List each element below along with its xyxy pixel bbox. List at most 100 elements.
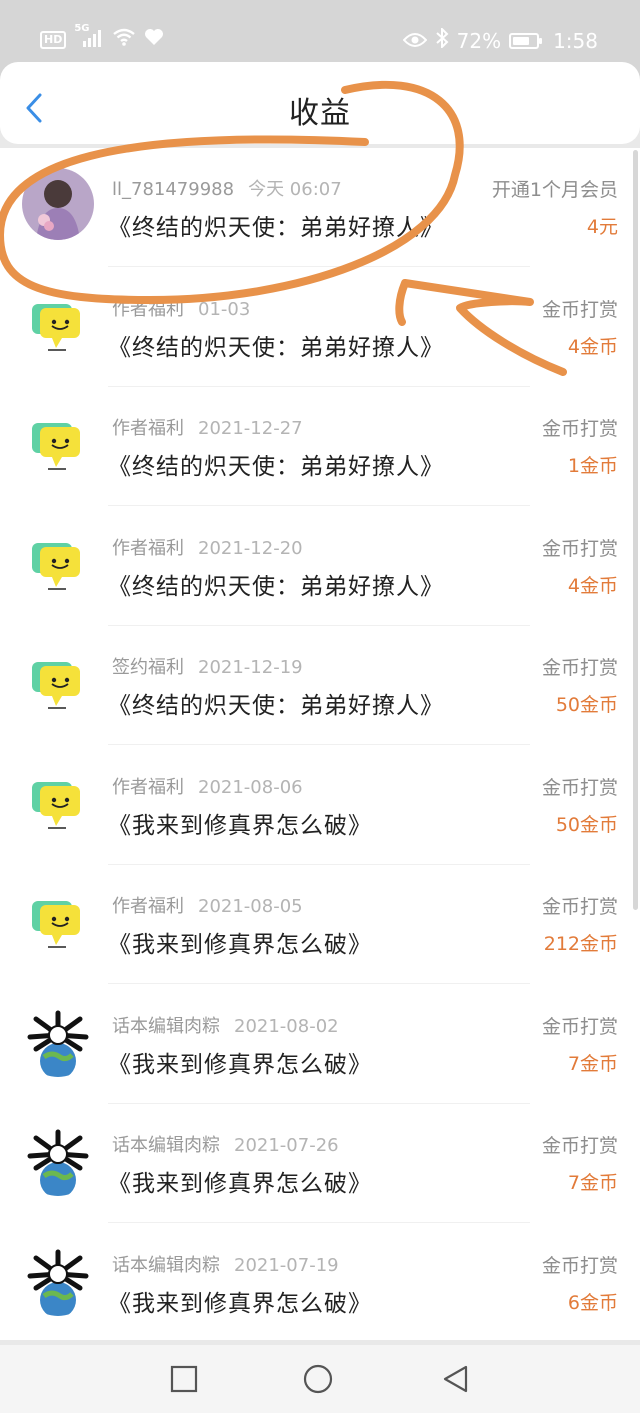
item-date: 2021-07-26: [234, 1135, 339, 1156]
clock: 1:58: [553, 28, 598, 53]
item-amount: 4金币: [567, 574, 618, 597]
item-date: 2021-08-02: [234, 1015, 339, 1037]
item-amount: 212金币: [543, 933, 618, 955]
item-date: 今天 06:07: [248, 179, 342, 200]
item-date: 01-03: [198, 298, 251, 320]
square-icon: [170, 1365, 198, 1393]
recents-button[interactable]: [168, 1363, 200, 1395]
system-nav-bar: [0, 1345, 640, 1413]
item-date: 2021-12-20: [198, 537, 303, 559]
list-item[interactable]: ll_781479988 今天 06:07 《终结的炽天使：弟弟好撩人》 开通1个月会…: [0, 148, 640, 267]
list-item[interactable]: 话本编辑肉粽 2021-07-19 《我来到修真界怎么破》 金币打赏 6金币: [0, 1224, 640, 1341]
page-header: 收益: [0, 62, 640, 144]
item-reward-type: 金币打赏: [541, 1015, 618, 1038]
item-book-title: 《我来到修真界怎么破》: [108, 1051, 372, 1078]
item-source-name: 话本编辑肉粽: [112, 1254, 220, 1276]
item-source-name: 话本编辑肉粽: [112, 1015, 220, 1037]
item-amount: 7金币: [567, 1052, 618, 1075]
photo-girl-avatar: [22, 168, 94, 240]
item-meta: 作者福利 2021-12-20: [112, 534, 303, 560]
battery-fill: [513, 36, 529, 45]
item-amount: 4元: [586, 216, 618, 238]
item-book-title: 《终结的炽天使：弟弟好撩人》: [108, 215, 444, 241]
circle-icon: [303, 1364, 333, 1394]
item-date: 2021-07-19: [234, 1254, 339, 1276]
item-reward-type: 金币打赏: [541, 537, 618, 560]
item-book-title: 《我来到修真界怎么破》: [108, 812, 372, 839]
item-meta: 作者福利 2021-08-05: [112, 892, 303, 918]
speech-bubble-avatar: [22, 526, 94, 599]
item-reward-type: 金币打赏: [541, 418, 618, 440]
item-source-name: 签约福利: [112, 657, 184, 678]
item-source-name: 作者福利: [112, 776, 184, 798]
wifi-icon: [112, 28, 136, 51]
item-book-title: 《终结的炽天使：弟弟好撩人》: [108, 693, 444, 719]
back-nav-button[interactable]: [440, 1363, 472, 1395]
speech-bubble-avatar: [22, 287, 94, 360]
item-reward-type: 金币打赏: [541, 298, 618, 321]
item-amount: 4金币: [567, 335, 618, 358]
list-item[interactable]: 作者福利 01-03 《终结的炽天使：弟弟好撩人》 金币打赏 4金币: [0, 268, 640, 387]
item-meta: 作者福利 2021-08-06: [112, 773, 303, 799]
item-amount: 50金币: [555, 813, 618, 836]
speech-bubble-avatar: [22, 885, 94, 957]
item-book-title: 《终结的炽天使：弟弟好撩人》: [108, 334, 444, 361]
status-right: 72% 1:58: [402, 26, 598, 53]
item-reward-type: 金币打赏: [541, 896, 618, 918]
item-date: 2021-08-05: [198, 896, 303, 917]
scrollbar[interactable]: [633, 150, 638, 910]
item-meta: 话本编辑肉粽 2021-07-26: [112, 1131, 339, 1157]
item-source-name: 作者福利: [112, 537, 184, 559]
list-item[interactable]: 作者福利 2021-08-05 《我来到修真界怎么破》 金币打赏 212金币: [0, 865, 640, 984]
item-date: 2021-12-19: [198, 657, 303, 678]
bluetooth-icon: [435, 26, 449, 53]
item-reward-type: 金币打赏: [541, 776, 618, 799]
battery-icon: [509, 32, 543, 49]
item-meta: 作者福利 01-03: [112, 295, 250, 321]
item-date: 2021-08-06: [198, 776, 303, 798]
item-book-title: 《终结的炽天使：弟弟好撩人》: [108, 573, 444, 600]
item-book-title: 《我来到修真界怎么破》: [108, 1290, 372, 1317]
item-meta: 签约福利 2021-12-19: [112, 653, 303, 679]
item-source-name: 作者福利: [112, 298, 184, 320]
item-amount: 1金币: [567, 455, 618, 477]
list-item[interactable]: 作者福利 2021-12-27 《终结的炽天使：弟弟好撩人》 金币打赏 1金币: [0, 387, 640, 506]
item-book-title: 《我来到修真界怎么破》: [108, 1171, 372, 1197]
item-source-name: 作者福利: [112, 896, 184, 917]
home-button[interactable]: [302, 1363, 334, 1395]
heart-icon: [144, 28, 164, 51]
item-book-title: 《我来到修真界怎么破》: [108, 932, 372, 958]
item-amount: 6金币: [567, 1291, 618, 1314]
hd-badge: HD: [40, 30, 67, 49]
network-label: 5G: [74, 22, 90, 34]
list-item[interactable]: 签约福利 2021-12-19 《终结的炽天使：弟弟好撩人》 金币打赏 50金币: [0, 626, 640, 745]
speech-bubble-avatar: [22, 765, 94, 838]
item-meta: 作者福利 2021-12-27: [112, 414, 303, 440]
item-meta: ll_781479988 今天 06:07: [112, 175, 342, 201]
triangle-back-icon: [443, 1365, 468, 1393]
eye-icon: [402, 29, 427, 53]
item-reward-type: 开通1个月会员: [491, 179, 618, 201]
speech-bubble-avatar: [22, 646, 94, 718]
item-amount: 7金币: [567, 1172, 618, 1194]
list-item[interactable]: 作者福利 2021-12-20 《终结的炽天使：弟弟好撩人》 金币打赏 4金币: [0, 507, 640, 626]
item-amount: 50金币: [555, 694, 618, 716]
item-reward-type: 金币打赏: [541, 1254, 618, 1277]
item-source-name: ll_781479988: [112, 179, 235, 200]
list-item[interactable]: 话本编辑肉粽 2021-08-02 《我来到修真界怎么破》 金币打赏 7金币: [0, 985, 640, 1104]
item-reward-type: 金币打赏: [541, 1135, 618, 1157]
status-left: HD 5G: [40, 23, 164, 51]
list-item[interactable]: 作者福利 2021-08-06 《我来到修真界怎么破》 金币打赏 50金币: [0, 746, 640, 865]
earnings-list: ll_781479988 今天 06:07 《终结的炽天使：弟弟好撩人》 开通1个月会…: [0, 148, 640, 1340]
battery-percent: 72%: [456, 28, 502, 53]
list-item[interactable]: 话本编辑肉粽 2021-07-26 《我来到修真界怎么破》 金币打赏 7金币: [0, 1104, 640, 1223]
item-reward-type: 金币打赏: [541, 657, 618, 679]
globe-figure-avatar: [22, 1243, 94, 1316]
signal-icon: 5G: [74, 23, 104, 51]
item-source-name: 话本编辑肉粽: [112, 1135, 220, 1156]
item-date: 2021-12-27: [198, 418, 303, 439]
item-meta: 话本编辑肉粽 2021-08-02: [112, 1012, 339, 1038]
item-book-title: 《终结的炽天使：弟弟好撩人》: [108, 454, 444, 480]
speech-bubble-avatar: [22, 407, 94, 479]
item-source-name: 作者福利: [112, 418, 184, 439]
